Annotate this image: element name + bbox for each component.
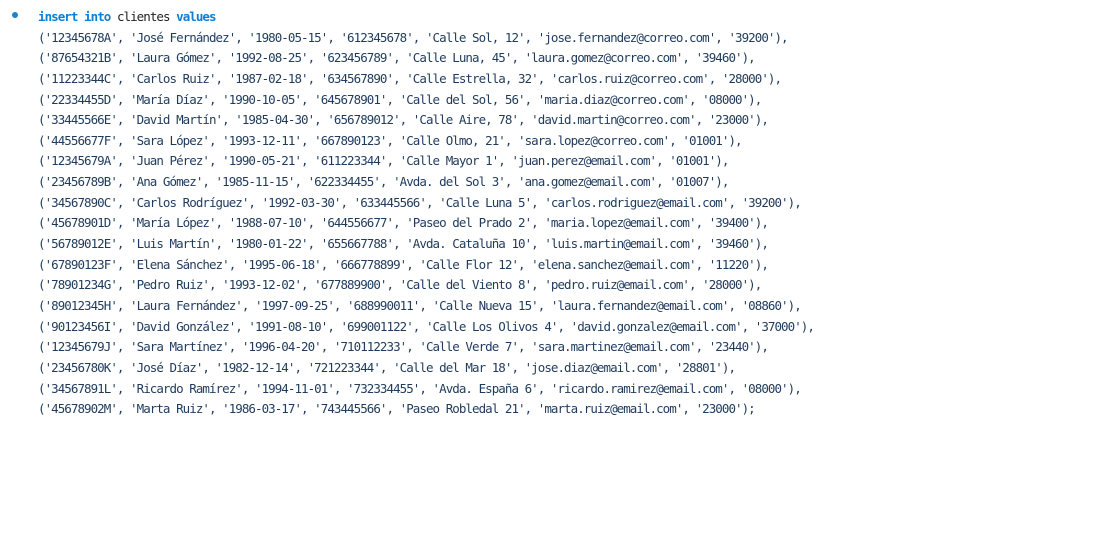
statement-line: insert into clientes values [38, 7, 814, 28]
values-row: ('34567891L', 'Ricardo Ramírez', '1994-1… [38, 380, 802, 396]
keyword-insert: insert [38, 9, 78, 24]
table-name: clientes [116, 9, 171, 24]
values-row: ('22334455D', 'María Díaz', '1990-10-05'… [38, 91, 762, 107]
values-row: ('45678901D', 'María López', '1988-07-10… [38, 215, 769, 231]
values-row: ('78901234G', 'Pedro Ruiz', '1993-12-02'… [38, 277, 762, 293]
values-row: ('87654321B', 'Laura Gómez', '1992-08-25… [38, 50, 756, 66]
sql-code-block[interactable]: insert into clientes values ('12345678A',… [38, 7, 815, 420]
sql-code-cell[interactable]: insert into clientes values ('12345678A',… [0, 0, 1094, 550]
keyword-into: into [84, 9, 111, 24]
bullet-dot-icon [12, 12, 18, 18]
keyword-values: values [176, 9, 216, 24]
values-row: ('33445566E', 'David Martín', '1985-04-3… [38, 112, 769, 128]
values-row: ('45678902M', 'Marta Ruiz', '1986-03-17'… [38, 401, 756, 417]
values-row: ('56789012E', 'Luis Martín', '1980-01-22… [38, 236, 769, 252]
values-row: ('44556677F', 'Sara López', '1993-12-11'… [38, 132, 743, 148]
values-row: ('11223344C', 'Carlos Ruiz', '1987-02-18… [38, 70, 782, 86]
values-row: ('12345679J', 'Sara Martínez', '1996-04-… [38, 339, 769, 355]
values-row: ('67890123F', 'Elena Sánchez', '1995-06-… [38, 256, 769, 272]
values-row: ('89012345H', 'Laura Fernández', '1997-0… [38, 297, 802, 313]
values-row: ('12345679A', 'Juan Pérez', '1990-05-21'… [38, 153, 729, 169]
values-row: ('34567890C', 'Carlos Rodríguez', '1992-… [38, 194, 802, 210]
values-row: ('90123456I', 'David González', '1991-08… [38, 318, 815, 334]
values-row: ('23456780K', 'José Díaz', '1982-12-14',… [38, 359, 736, 375]
values-row: ('12345678A', 'José Fernández', '1980-05… [38, 29, 789, 45]
values-row: ('23456789B', 'Ana Gómez', '1985-11-15',… [38, 174, 729, 190]
